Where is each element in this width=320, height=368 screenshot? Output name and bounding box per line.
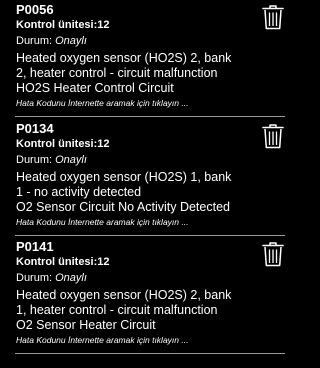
description-line: 1 - no activity detected — [16, 185, 142, 199]
trash-icon — [262, 5, 284, 30]
fault-title: HO2S Heater Control Circuit — [16, 81, 174, 95]
status-value: Onaylı — [55, 35, 87, 47]
status-label: Durum: — [16, 272, 56, 284]
status: Durum: Onaylı — [16, 35, 87, 48]
fault-description: Heated oxygen sensor (HO2S) 1, bank 1 - … — [16, 170, 276, 215]
fault-code-list: P0056 Kontrol ünitesi:12 Durum: Onaylı H… — [0, 0, 300, 368]
fault-code: P0141 — [16, 239, 54, 254]
description-line: Heated oxygen sensor (HO2S) 1, bank — [16, 170, 232, 184]
status-value: Onaylı — [55, 154, 87, 166]
status: Durum: Onaylı — [16, 154, 87, 167]
fault-description: Heated oxygen sensor (HO2S) 2, bank 2, h… — [16, 51, 276, 96]
trash-icon — [262, 242, 284, 267]
divider — [15, 116, 285, 117]
fault-title: O2 Sensor Heater Circuit — [16, 318, 156, 332]
fault-title: O2 Sensor Circuit No Activity Detected — [16, 200, 230, 214]
description-line: 2, heater control - circuit malfunction — [16, 66, 218, 80]
search-online-link[interactable]: Hata Kodunu İnternette aramak için tıkla… — [16, 98, 188, 109]
search-online-link[interactable]: Hata Kodunu İnternette aramak için tıkla… — [16, 217, 188, 228]
description-line: Heated oxygen sensor (HO2S) 2, bank — [16, 288, 232, 302]
status-value: Onaylı — [55, 272, 87, 284]
fault-card: P0056 Kontrol ünitesi:12 Durum: Onaylı H… — [0, 0, 300, 117]
delete-button[interactable] — [262, 4, 284, 30]
divider — [15, 235, 285, 236]
fault-card: P0141 Kontrol ünitesi:12 Durum: Onaylı H… — [0, 237, 300, 354]
divider — [15, 353, 285, 354]
fault-code: P0056 — [16, 2, 54, 17]
status-label: Durum: — [16, 35, 56, 47]
delete-button[interactable] — [262, 123, 284, 149]
fault-code: P0134 — [16, 121, 54, 136]
status: Durum: Onaylı — [16, 272, 87, 285]
trash-icon — [262, 124, 284, 149]
control-unit: Kontrol ünitesi:12 — [16, 19, 110, 31]
control-unit: Kontrol ünitesi:12 — [16, 256, 110, 268]
description-line: Heated oxygen sensor (HO2S) 2, bank — [16, 51, 232, 65]
fault-description: Heated oxygen sensor (HO2S) 2, bank 1, h… — [16, 288, 276, 333]
control-unit: Kontrol ünitesi:12 — [16, 138, 110, 150]
description-line: 1, heater control - circuit malfunction — [16, 303, 218, 317]
search-online-link[interactable]: Hata Kodunu İnternette aramak için tıkla… — [16, 335, 188, 346]
delete-button[interactable] — [262, 241, 284, 267]
status-label: Durum: — [16, 154, 56, 166]
fault-card: P0134 Kontrol ünitesi:12 Durum: Onaylı H… — [0, 119, 300, 236]
